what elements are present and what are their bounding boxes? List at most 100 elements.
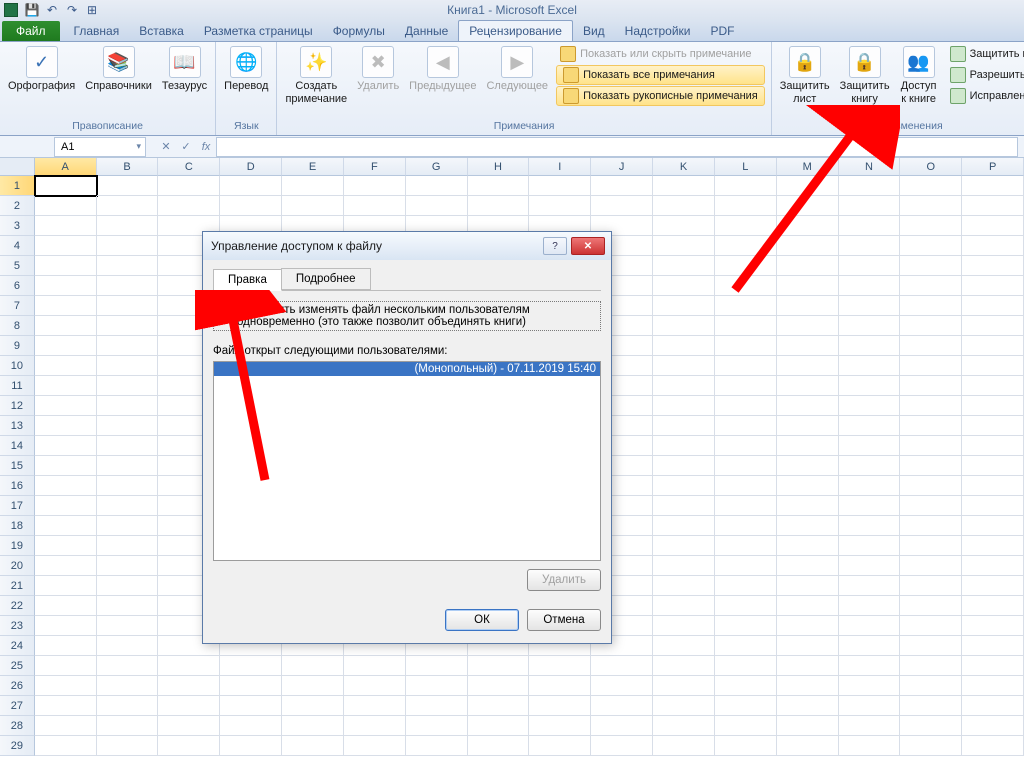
tab-review[interactable]: Рецензирование	[458, 20, 573, 41]
cell[interactable]	[962, 476, 1024, 496]
cell[interactable]	[962, 616, 1024, 636]
cell[interactable]	[35, 276, 97, 296]
cell[interactable]	[653, 496, 715, 516]
cell[interactable]	[97, 636, 159, 656]
row-header[interactable]: 17	[0, 496, 35, 516]
cell[interactable]	[962, 536, 1024, 556]
cell[interactable]	[715, 616, 777, 636]
row-header[interactable]: 7	[0, 296, 35, 316]
row-header[interactable]: 21	[0, 576, 35, 596]
cell[interactable]	[35, 516, 97, 536]
cell[interactable]	[777, 396, 839, 416]
cell[interactable]	[35, 716, 97, 736]
cell[interactable]	[839, 536, 901, 556]
cell[interactable]	[653, 336, 715, 356]
cell[interactable]	[777, 736, 839, 756]
user-entry[interactable]: (Монопольный) - 07.11.2019 15:40	[214, 362, 600, 376]
row-header[interactable]: 16	[0, 476, 35, 496]
cell[interactable]	[35, 676, 97, 696]
tab-home[interactable]: Главная	[64, 21, 130, 41]
cell[interactable]	[344, 716, 406, 736]
cell[interactable]	[777, 296, 839, 316]
cell[interactable]	[653, 436, 715, 456]
cell[interactable]	[35, 616, 97, 636]
column-header[interactable]: D	[220, 158, 282, 176]
cell[interactable]	[35, 696, 97, 716]
cell[interactable]	[653, 316, 715, 336]
cell[interactable]	[282, 676, 344, 696]
cell[interactable]	[591, 676, 653, 696]
cell[interactable]	[900, 356, 962, 376]
cell[interactable]	[653, 256, 715, 276]
cell[interactable]	[529, 676, 591, 696]
cell[interactable]	[344, 176, 406, 196]
cell[interactable]	[777, 696, 839, 716]
cell[interactable]	[777, 596, 839, 616]
show-ink-button[interactable]: Показать рукописные примечания	[556, 86, 765, 106]
row-header[interactable]: 8	[0, 316, 35, 336]
cell[interactable]	[839, 716, 901, 736]
redo-icon[interactable]: ↷	[64, 2, 80, 18]
cell[interactable]	[406, 696, 468, 716]
enter-formula-icon[interactable]: ✓	[176, 138, 196, 156]
row-header[interactable]: 1	[0, 176, 35, 196]
cell[interactable]	[715, 336, 777, 356]
research-button[interactable]: 📚Справочники	[83, 44, 154, 93]
column-header[interactable]: A	[35, 158, 97, 176]
cell[interactable]	[344, 676, 406, 696]
cell[interactable]	[777, 496, 839, 516]
cell[interactable]	[777, 676, 839, 696]
cell[interactable]	[653, 396, 715, 416]
cell[interactable]	[35, 396, 97, 416]
cell[interactable]	[97, 416, 159, 436]
cell[interactable]	[653, 636, 715, 656]
cell[interactable]	[900, 216, 962, 236]
new-comment-button[interactable]: ✨Создать примечание	[283, 44, 349, 105]
cell[interactable]	[839, 596, 901, 616]
cell[interactable]	[97, 296, 159, 316]
cell[interactable]	[591, 736, 653, 756]
cell[interactable]	[900, 676, 962, 696]
cell[interactable]	[344, 656, 406, 676]
cell[interactable]	[900, 596, 962, 616]
cell[interactable]	[777, 376, 839, 396]
dialog-tab-more[interactable]: Подробнее	[281, 268, 371, 290]
row-header[interactable]: 27	[0, 696, 35, 716]
share-workbook-button[interactable]: 👥Доступ к книге	[898, 44, 940, 105]
cell[interactable]	[715, 556, 777, 576]
cell[interactable]	[35, 176, 97, 196]
dialog-titlebar[interactable]: Управление доступом к файлу ? ✕	[203, 232, 611, 260]
cell[interactable]	[220, 656, 282, 676]
cell[interactable]	[900, 556, 962, 576]
cell[interactable]	[900, 516, 962, 536]
cell[interactable]	[777, 516, 839, 536]
row-header[interactable]: 4	[0, 236, 35, 256]
row-header[interactable]: 11	[0, 376, 35, 396]
cell[interactable]	[715, 196, 777, 216]
cell[interactable]	[35, 216, 97, 236]
cell[interactable]	[158, 656, 220, 676]
cell[interactable]	[591, 716, 653, 736]
tab-page-layout[interactable]: Разметка страницы	[194, 21, 323, 41]
cell[interactable]	[777, 176, 839, 196]
cell[interactable]	[35, 376, 97, 396]
cell[interactable]	[653, 216, 715, 236]
row-header[interactable]: 29	[0, 736, 35, 756]
column-header[interactable]: O	[900, 158, 962, 176]
cell[interactable]	[97, 336, 159, 356]
cell[interactable]	[962, 636, 1024, 656]
row-header[interactable]: 18	[0, 516, 35, 536]
cell[interactable]	[839, 436, 901, 456]
cell[interactable]	[344, 736, 406, 756]
cell[interactable]	[468, 676, 530, 696]
cell[interactable]	[715, 216, 777, 236]
show-all-comments-button[interactable]: Показать все примечания	[556, 65, 765, 85]
cell[interactable]	[900, 616, 962, 636]
cell[interactable]	[900, 536, 962, 556]
cell[interactable]	[97, 676, 159, 696]
translate-button[interactable]: 🌐Перевод	[222, 44, 270, 93]
cell[interactable]	[158, 736, 220, 756]
cell[interactable]	[468, 656, 530, 676]
cell[interactable]	[839, 456, 901, 476]
cell[interactable]	[97, 496, 159, 516]
